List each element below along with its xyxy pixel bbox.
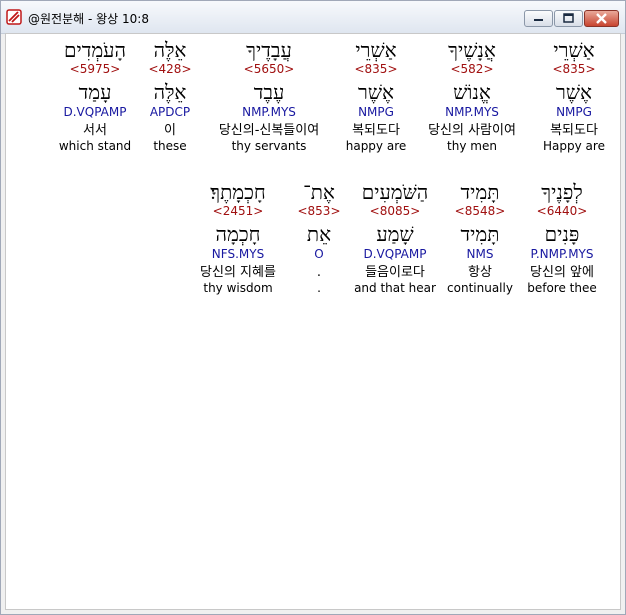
strong-number[interactable]: <835> [336,62,416,77]
word-column[interactable]: אַשְׁרֵי <835> אֶשֶׁר NMPG 복되도다 Happy ar… [538,38,610,154]
morphology: NMPG [556,105,592,119]
maximize-icon [563,13,574,23]
maximize-button[interactable] [554,10,583,27]
strong-number[interactable]: <428> [142,62,198,77]
close-button[interactable] [584,10,619,27]
strong-number[interactable]: <853> [294,204,344,219]
hebrew-word: אַשְׁרֵי [553,38,595,62]
interlinear-panel: אַשְׁרֵי <835> אֶשֶׁר NMPG 복되도다 Happy ar… [5,33,621,610]
lemma: אֶשֶׁר [358,80,394,104]
english-gloss: before thee [527,281,597,295]
english-gloss: Happy are [543,139,605,153]
morphology: NFS.MYS [211,247,265,261]
strong-number[interactable]: <8548> [444,204,516,219]
korean-gloss: 복되도다 [550,123,598,138]
korean-gloss: 들음이로다 [365,265,425,280]
korean-gloss: 당신의-신복들이여 [218,123,320,138]
word-column[interactable]: הָעֹמְדִים <5975> עָמַד D.VQPAMP 서서 whic… [54,38,136,154]
lemma: אֱנוֹשׁ [453,80,491,104]
morphology: O [314,247,324,261]
hebrew-word: עֲבָדֶיךָ [246,38,292,62]
minimize-button[interactable] [524,10,553,27]
strong-number[interactable]: <5975> [54,62,136,77]
morphology: APDCP [149,105,191,119]
english-gloss: . [317,281,321,295]
korean-gloss: 이 [164,123,176,138]
english-gloss: happy are [345,139,407,153]
lemma: אֵת [306,222,332,246]
lemma: אֵלֶּה [153,80,187,104]
hebrew-word: הַשֹּׁמְעִים [361,180,429,204]
word-column[interactable]: אֶת־ <853> אֵת O . . [294,180,344,296]
lemma: תָּמִיד [460,222,500,246]
hebrew-word: הָעֹמְדִים [63,38,127,62]
hebrew-word: אֵלֶּה [153,38,187,62]
word-column[interactable]: אֵלֶּה <428> אֵלֶּה APDCP 이 these [142,38,198,154]
close-icon [596,13,607,24]
korean-gloss: . [316,265,322,280]
app-window: @원전분해 - 왕상 10:8 אַשְׁרֵי <835> אֶשֶׁר NM… [0,0,626,615]
word-column[interactable]: עֲבָדֶיךָ <5650> עֶבֶד NMP.MYS 당신의-신복들이여… [204,38,334,154]
morphology: NMP.MYS [445,105,499,119]
word-column[interactable]: אַשְׁרֵי <835> אֶשֶׁר NMPG 복되도다 happy ar… [336,38,416,154]
english-gloss: thy wisdom [203,281,273,295]
strong-number[interactable]: <5650> [204,62,334,77]
lemma: עֶבֶד [253,80,285,104]
morphology: D.VQPAMP [63,105,127,119]
word-column[interactable]: תָּמִיד <8548> תָּמִיד NMS 항상 continuall… [444,180,516,296]
lemma: פָּנִים [544,222,580,246]
english-gloss: thy men [447,139,497,153]
strong-number[interactable]: <6440> [522,204,602,219]
app-icon [6,9,22,25]
window-title: @원전분해 - 왕상 10:8 [28,12,149,26]
title-bar[interactable]: @원전분해 - 왕상 10:8 [1,1,625,34]
korean-gloss: 서서 [83,123,107,138]
korean-gloss: 당신의 지혜를 [200,265,276,280]
english-gloss: thy servants [231,139,307,153]
korean-gloss: 당신의 사람이여 [428,123,516,138]
hebrew-word: חָכְמָתֶךָ׃ [210,180,266,204]
english-gloss: these [153,139,187,153]
english-gloss: continually [447,281,513,295]
lemma: שָׁמַע [376,222,414,246]
word-column[interactable]: חָכְמָתֶךָ׃ <2451> חָכְמָה NFS.MYS 당신의 지… [186,180,290,296]
morphology: NMP.MYS [242,105,296,119]
morphology: P.NMP.MYS [530,247,594,261]
hebrew-word: לְפָנֶיךָ [541,180,583,204]
word-column[interactable]: לְפָנֶיךָ <6440> פָּנִים P.NMP.MYS 당신의 앞… [522,180,602,296]
strong-number[interactable]: <2451> [186,204,290,219]
korean-gloss: 당신의 앞에 [530,265,594,280]
word-column[interactable]: הַשֹּׁמְעִים <8085> שָׁמַע D.VQPAMP 들음이로… [350,180,440,296]
lemma: חָכְמָה [215,222,261,246]
morphology: NMS [466,247,494,261]
hebrew-word: אֶת־ [303,180,335,204]
morphology: D.VQPAMP [363,247,427,261]
word-column[interactable]: אֲנָשֶׁיךָ <582> אֱנוֹשׁ NMP.MYS 당신의 사람이… [416,38,528,154]
hebrew-word: תָּמִיד [460,180,500,204]
korean-gloss: 복되도다 [352,123,400,138]
hebrew-word: אֲנָשֶׁיךָ [448,38,496,62]
strong-number[interactable]: <835> [538,62,610,77]
strong-number[interactable]: <582> [416,62,528,77]
english-gloss: which stand [58,139,132,153]
korean-gloss: 항상 [468,265,492,280]
strong-number[interactable]: <8085> [350,204,440,219]
english-gloss: and that hear [354,281,436,295]
minimize-icon [534,19,543,21]
lemma: עָמַד [78,80,112,104]
morphology: NMPG [358,105,394,119]
hebrew-word: אַשְׁרֵי [355,38,397,62]
lemma: אֶשֶׁר [556,80,592,104]
